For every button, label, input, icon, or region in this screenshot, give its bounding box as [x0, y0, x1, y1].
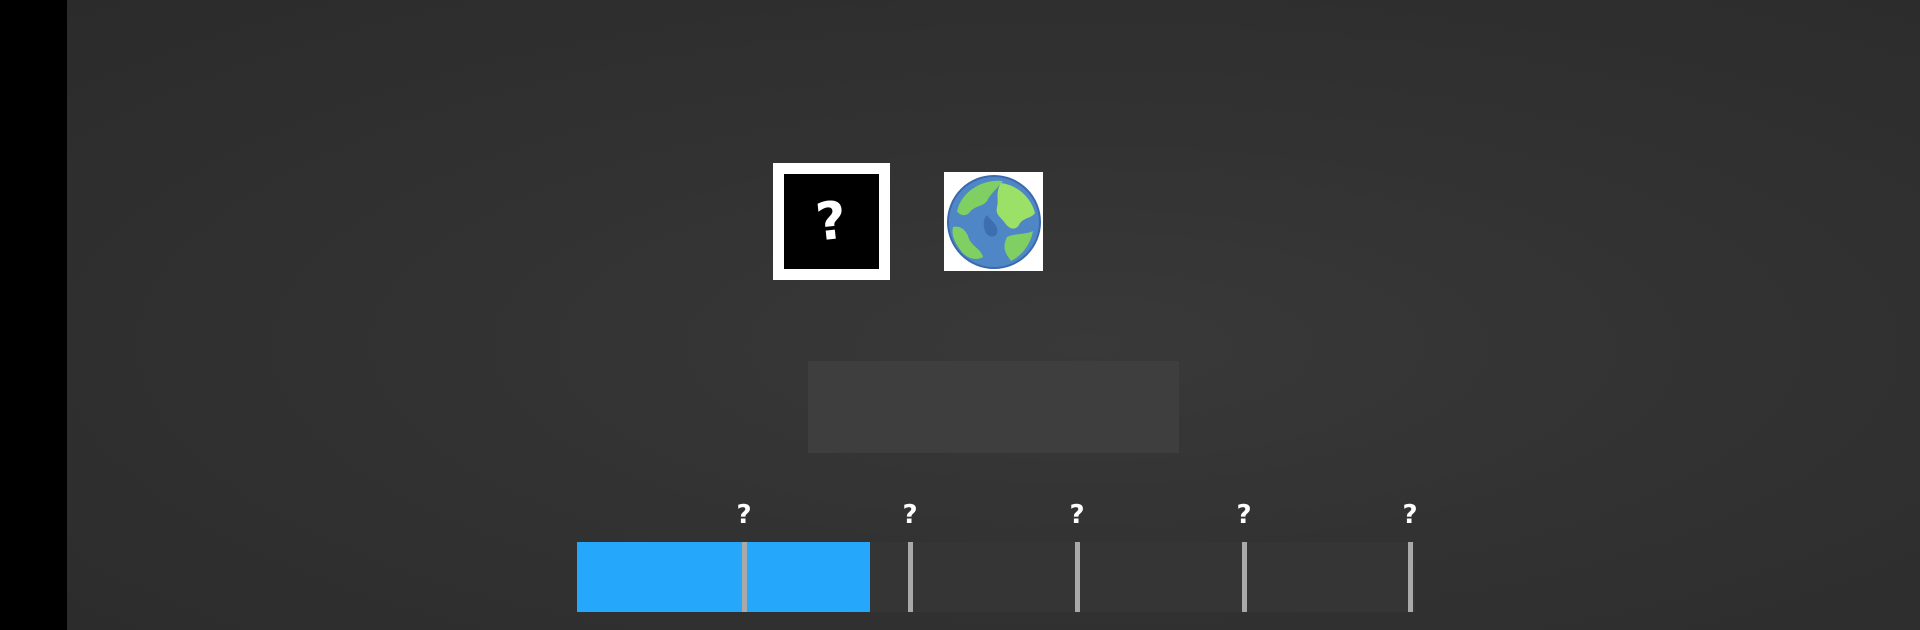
progress-fill [577, 542, 870, 612]
mystery-card[interactable]: ? [773, 163, 890, 280]
progress-marker [1075, 542, 1080, 612]
earth-card[interactable] [944, 172, 1043, 271]
earth-icon [946, 174, 1041, 269]
progress-bar [577, 542, 1415, 612]
answer-field[interactable] [808, 361, 1179, 453]
game-stage: ? ? ? ? ? ? [67, 0, 1920, 630]
milestone-label: ? [736, 500, 752, 530]
milestone-label: ? [902, 500, 918, 530]
progress-marker [742, 542, 747, 612]
milestone-label: ? [1402, 500, 1418, 530]
question-mark-icon: ? [813, 190, 850, 253]
progress-marker [1242, 542, 1247, 612]
milestone-label: ? [1069, 500, 1085, 530]
milestone-label: ? [1236, 500, 1252, 530]
progress-marker [1408, 542, 1413, 612]
left-edge-bar [0, 0, 67, 630]
progress-marker [908, 542, 913, 612]
mystery-card-face: ? [784, 174, 879, 269]
